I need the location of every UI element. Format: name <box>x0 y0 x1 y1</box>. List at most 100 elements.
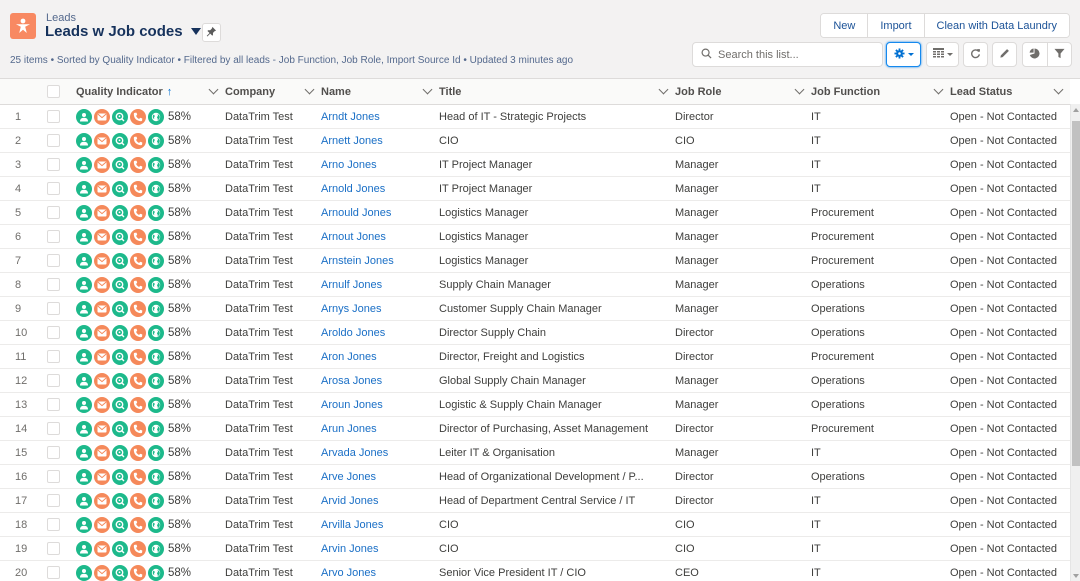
lead-name-link[interactable]: Arosa Jones <box>321 375 382 387</box>
website-globe-icon <box>148 300 164 317</box>
row-checkbox[interactable] <box>47 206 60 219</box>
lead-name-link[interactable]: Arnys Jones <box>321 303 382 315</box>
table-row[interactable]: 20 58% DataTrim Test Arvo Jones Senior Vice … <box>0 561 1070 581</box>
show-filters-button[interactable] <box>1048 43 1072 66</box>
table-row[interactable]: 6 58% DataTrim Test Arnout Jones Logistics M… <box>0 225 1070 249</box>
lead-name-link[interactable]: Arvada Jones <box>321 447 388 459</box>
table-row[interactable]: 7 58% DataTrim Test Arnstein Jones Logistics… <box>0 249 1070 273</box>
row-checkbox[interactable] <box>47 182 60 195</box>
scroll-up-arrow[interactable] <box>1073 108 1079 112</box>
lead-name-link[interactable]: Arvilla Jones <box>321 519 383 531</box>
column-header-name[interactable]: Name <box>321 79 439 105</box>
lead-name-link[interactable]: Arnett Jones <box>321 135 383 147</box>
import-button[interactable]: Import <box>868 14 925 37</box>
table-row[interactable]: 17 58% DataTrim Test Arvid Jones Head of Dep… <box>0 489 1070 513</box>
list-settings-button[interactable] <box>886 42 921 67</box>
lead-name-link[interactable]: Arndt Jones <box>321 111 380 123</box>
pin-list-button[interactable] <box>202 23 221 42</box>
lead-name-link[interactable]: Arno Jones <box>321 159 377 171</box>
lead-name-link[interactable]: Arnulf Jones <box>321 279 382 291</box>
chevron-down-icon[interactable] <box>304 84 315 95</box>
row-checkbox[interactable] <box>47 302 60 315</box>
table-row[interactable]: 2 58% DataTrim Test Arnett Jones CIO CIO IT Ope… <box>0 129 1070 153</box>
scrollbar-thumb[interactable] <box>1072 121 1080 466</box>
chevron-down-icon[interactable] <box>658 84 669 95</box>
row-checkbox[interactable] <box>47 518 60 531</box>
table-row[interactable]: 1 58% DataTrim Test Arndt Jones Head of IT -… <box>0 105 1070 129</box>
chevron-down-icon[interactable] <box>794 84 805 95</box>
scroll-down-arrow[interactable] <box>1073 574 1079 578</box>
select-all-checkbox[interactable] <box>47 85 60 98</box>
column-header-company[interactable]: Company <box>225 79 321 105</box>
table-row[interactable]: 14 58% DataTrim Test Arun Jones Director of … <box>0 417 1070 441</box>
row-checkbox[interactable] <box>47 134 60 147</box>
row-checkbox[interactable] <box>47 350 60 363</box>
lead-name-link[interactable]: Arnold Jones <box>321 183 385 195</box>
lead-name-link[interactable]: Arvo Jones <box>321 567 376 579</box>
table-row[interactable]: 5 58% DataTrim Test Arnould Jones Logistics … <box>0 201 1070 225</box>
table-row[interactable]: 10 58% DataTrim Test Aroldo Jones Director S… <box>0 321 1070 345</box>
address-search-icon <box>112 372 128 389</box>
vertical-scrollbar[interactable] <box>1070 104 1080 581</box>
new-button[interactable]: New <box>821 14 869 37</box>
row-checkbox[interactable] <box>47 254 60 267</box>
lead-name-link[interactable]: Arvid Jones <box>321 495 378 507</box>
column-header-quality-indicator[interactable]: Quality Indicator ↑ <box>76 79 225 105</box>
lead-name-link[interactable]: Arun Jones <box>321 423 377 435</box>
table-row[interactable]: 12 58% DataTrim Test Arosa Jones Global Supp… <box>0 369 1070 393</box>
column-header-job-role[interactable]: Job Role <box>675 79 811 105</box>
row-checkbox[interactable] <box>47 230 60 243</box>
table-row[interactable]: 16 58% DataTrim Test Arve Jones Head of Orga… <box>0 465 1070 489</box>
lead-name-link[interactable]: Arvin Jones <box>321 543 378 555</box>
lead-name-link[interactable]: Aron Jones <box>321 351 377 363</box>
row-checkbox[interactable] <box>47 398 60 411</box>
table-row[interactable]: 3 58% DataTrim Test Arno Jones IT Project Ma… <box>0 153 1070 177</box>
row-checkbox[interactable] <box>47 326 60 339</box>
table-row[interactable]: 18 58% DataTrim Test Arvilla Jones CIO CIO IT O… <box>0 513 1070 537</box>
clean-with-data-laundry-button[interactable]: Clean with Data Laundry <box>924 14 1069 37</box>
lead-name-link[interactable]: Arve Jones <box>321 471 376 483</box>
lead-name-link[interactable]: Aroldo Jones <box>321 327 385 339</box>
table-header-row: Quality Indicator ↑ Company Name Title Jo… <box>0 79 1070 105</box>
table-row[interactable]: 9 58% DataTrim Test Arnys Jones Customer Sup… <box>0 297 1070 321</box>
column-header-job-function[interactable]: Job Function <box>811 79 950 105</box>
row-checkbox[interactable] <box>47 110 60 123</box>
lead-name-link[interactable]: Arnstein Jones <box>321 255 394 267</box>
row-checkbox[interactable] <box>47 446 60 459</box>
lead-name-link[interactable]: Arnout Jones <box>321 231 386 243</box>
chevron-down-icon[interactable] <box>208 84 219 95</box>
row-checkbox[interactable] <box>47 542 60 555</box>
table-row[interactable]: 11 58% DataTrim Test Aron Jones Director, Fr… <box>0 345 1070 369</box>
table-row[interactable]: 13 58% DataTrim Test Aroun Jones Logistic & … <box>0 393 1070 417</box>
table-row[interactable]: 19 58% DataTrim Test Arvin Jones CIO CIO IT Ope… <box>0 537 1070 561</box>
job-function-cell: IT <box>811 134 821 147</box>
column-header-lead-status[interactable]: Lead Status <box>950 79 1070 105</box>
display-as-button[interactable] <box>926 42 959 67</box>
table-row[interactable]: 4 58% DataTrim Test Arnold Jones IT Project … <box>0 177 1070 201</box>
lead-name-link[interactable]: Arnould Jones <box>321 207 391 219</box>
row-checkbox[interactable] <box>47 278 60 291</box>
column-header-title[interactable]: Title <box>439 79 675 105</box>
row-checkbox[interactable] <box>47 422 60 435</box>
show-charts-button[interactable] <box>1023 43 1048 66</box>
quality-score: 58% <box>168 206 192 219</box>
table-row[interactable]: 8 58% DataTrim Test Arnulf Jones Supply Chai… <box>0 273 1070 297</box>
chevron-down-icon[interactable] <box>933 84 944 95</box>
chevron-down-icon[interactable] <box>422 84 433 95</box>
row-checkbox[interactable] <box>47 374 60 387</box>
chevron-down-icon[interactable] <box>1053 84 1064 95</box>
address-search-icon <box>112 276 128 293</box>
row-select-cell <box>46 297 76 321</box>
search-input[interactable] <box>718 48 868 61</box>
row-checkbox[interactable] <box>47 566 60 579</box>
refresh-button[interactable] <box>963 42 988 67</box>
lead-name-link[interactable]: Aroun Jones <box>321 399 383 411</box>
table-row[interactable]: 15 58% DataTrim Test Arvada Jones Leiter IT … <box>0 441 1070 465</box>
quality-indicator-cell: 58% <box>76 153 225 177</box>
row-checkbox[interactable] <box>47 158 60 171</box>
row-checkbox[interactable] <box>47 470 60 483</box>
edit-list-button[interactable] <box>992 42 1017 67</box>
list-view-selector[interactable]: Leads w Job codes <box>45 23 201 40</box>
quality-score: 58% <box>168 158 192 171</box>
row-checkbox[interactable] <box>47 494 60 507</box>
